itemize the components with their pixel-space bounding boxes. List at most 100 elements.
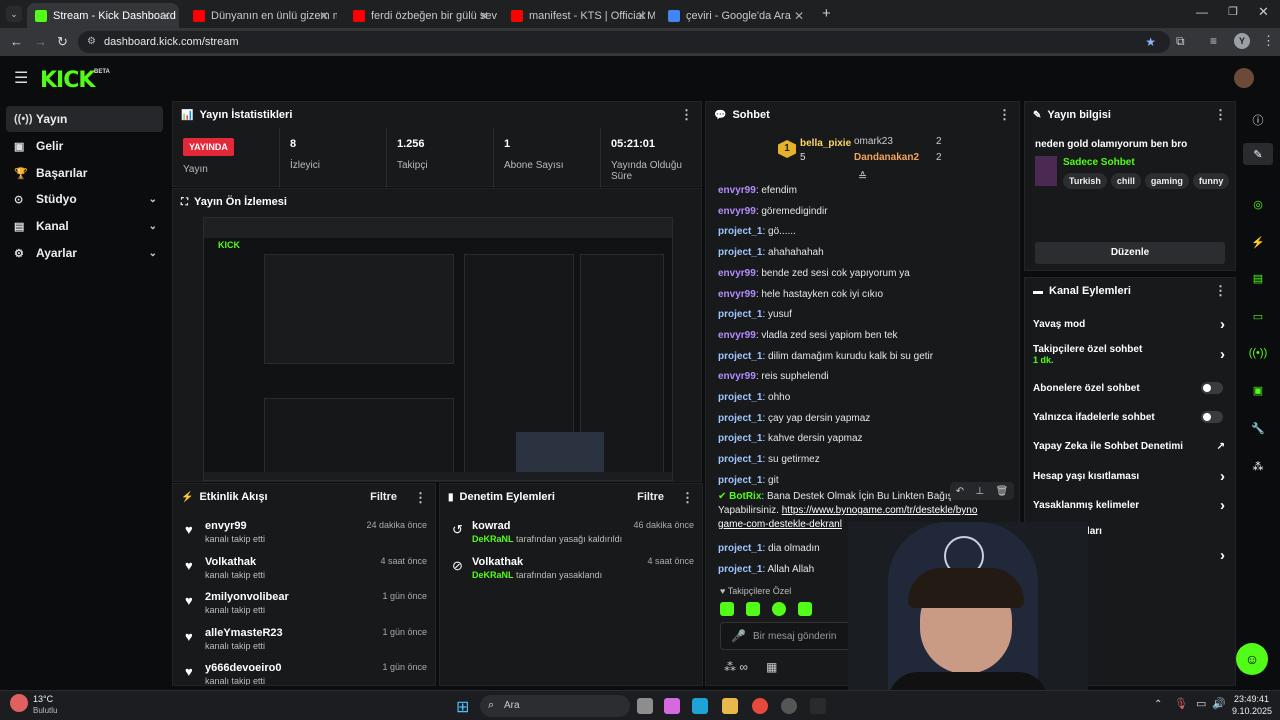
tray-chevron-icon[interactable]: ⌃ [1154, 699, 1162, 710]
copilot-icon[interactable] [664, 698, 680, 714]
browser-tab[interactable]: ferdi özbeğen bir gülü sevdim✕ [345, 3, 497, 28]
file-explorer-icon[interactable] [722, 698, 738, 714]
channel-action-item[interactable]: Abonelere özel sohbet [1033, 378, 1229, 398]
activity-username[interactable]: alleYmasteR23 [205, 627, 283, 639]
channel-action-item[interactable]: Yalnızca ifadelerle sohbet [1033, 407, 1229, 427]
new-tab-icon[interactable]: + [822, 5, 831, 22]
chat-settings-icon[interactable]: ⁂ ∞ [724, 660, 748, 674]
tab-close-icon[interactable]: ✕ [161, 9, 171, 23]
browser-tab[interactable]: manifest - KTS | Official Music V✕ [503, 3, 655, 28]
toggle-switch[interactable] [1201, 382, 1223, 394]
pin-icon[interactable]: ⊥ [975, 486, 984, 497]
info-icon[interactable]: ⓘ [1243, 109, 1273, 131]
chrome-icon[interactable] [752, 698, 768, 714]
weather-icon[interactable] [10, 694, 28, 712]
activity-filter-button[interactable]: Filtre [370, 491, 397, 503]
channel-actions-menu-icon[interactable]: ⋮ [1214, 283, 1227, 299]
mic-icon[interactable]: 🎤 [731, 629, 746, 643]
activity-username[interactable]: 2milyonvolibear [205, 591, 289, 603]
delete-icon[interactable]: 🗑 [996, 486, 1009, 497]
chevron-right-icon[interactable]: › [1220, 468, 1225, 485]
bolt-icon[interactable]: ⚡ [1243, 231, 1273, 253]
target-icon[interactable]: ◎ [1243, 193, 1273, 215]
toggle-switch[interactable] [1201, 411, 1223, 423]
moderation-username[interactable]: kowrad [472, 520, 511, 532]
emote-icon[interactable] [720, 602, 734, 616]
chevron-down-icon[interactable]: ⌄ [149, 194, 157, 205]
mic-tray-icon[interactable]: 🎙 [1174, 697, 1188, 710]
tag-chip[interactable]: Turkish [1063, 173, 1107, 189]
media-icon[interactable]: ≡ [1210, 34, 1217, 48]
channel-action-item[interactable]: Yasaklanmış kelimeler › [1033, 495, 1229, 515]
chevron-right-icon[interactable]: › [1220, 316, 1225, 333]
chat-username[interactable]: project_1 [718, 309, 762, 320]
tab-close-icon[interactable]: ✕ [794, 9, 804, 23]
moderation-filter-button[interactable]: Filtre [637, 491, 664, 503]
chat-username[interactable]: envyr99 [718, 206, 756, 217]
taskbar-search[interactable]: ⌕ Ara [480, 695, 630, 717]
wrench-icon[interactable]: 🔧 [1243, 417, 1273, 439]
moderation-menu-icon[interactable]: ⋮ [681, 490, 694, 506]
chat-username[interactable]: project_1 [718, 564, 762, 575]
activity-item[interactable]: ♥ 2milyonvolibear 1 gün önce kanalı takip e… [173, 587, 435, 623]
chevron-right-icon[interactable]: › [1220, 346, 1225, 363]
moderation-item[interactable]: ↺ kowrad 46 dakika önce DeKRaNL tarafından … [440, 516, 704, 552]
top-chatter-2[interactable]: omark23 [854, 136, 893, 147]
chevron-down-icon[interactable]: ⌄ [149, 248, 157, 259]
broadcast-icon[interactable]: ((•)) [1243, 342, 1273, 364]
bot-username[interactable]: BotRix [729, 491, 761, 502]
bookmark-star-icon[interactable]: ★ [1145, 31, 1156, 53]
category-name[interactable]: Sadece Sohbet [1063, 157, 1135, 168]
windows-start-icon[interactable]: ⊞ [456, 697, 469, 717]
volume-icon[interactable]: 🔊 [1212, 697, 1226, 710]
activity-username[interactable]: y666devoeiro0 [205, 662, 281, 674]
activity-username[interactable]: envyr99 [205, 520, 247, 532]
collapse-leaderboard-icon[interactable]: ≙ [858, 170, 867, 183]
channel-action-item[interactable]: Hesap yaşı kısıtlaması › [1033, 466, 1229, 486]
document-icon[interactable]: ▤ [1243, 267, 1273, 289]
sidebar-item-baarlar[interactable]: 🏆 Başarılar [6, 160, 163, 186]
activity-item[interactable]: ♥ alleYmasteR23 1 gün önce kanalı takip ett… [173, 623, 435, 659]
emote-icon[interactable] [798, 602, 812, 616]
chat-username[interactable]: project_1 [718, 543, 762, 554]
gift-icon[interactable]: ▦ [766, 660, 777, 674]
app-icon[interactable] [810, 698, 826, 714]
task-view-icon[interactable] [637, 698, 653, 714]
stats-menu-icon[interactable]: ⋮ [680, 107, 693, 123]
sidebar-item-gelir[interactable]: ▣ Gelir [6, 133, 163, 159]
reload-icon[interactable]: ↻ [57, 34, 68, 50]
close-window-icon[interactable]: ✕ [1258, 4, 1269, 20]
chat-username[interactable]: project_1 [718, 413, 762, 424]
activity-username[interactable]: Volkathak [205, 556, 256, 568]
minimize-icon[interactable]: — [1196, 5, 1208, 19]
info-menu-icon[interactable]: ⋮ [1214, 107, 1227, 123]
top-chatter-3[interactable]: Dandanakan2 [854, 152, 919, 163]
support-bubble-icon[interactable]: ☺ [1236, 643, 1268, 675]
tab-search-icon[interactable]: ⌄ [6, 6, 22, 22]
activity-item[interactable]: ♥ envyr99 24 dakika önce kanalı takip etti [173, 516, 435, 552]
tab-close-icon[interactable]: ✕ [637, 9, 647, 23]
stream-preview-video[interactable]: KICK [203, 217, 673, 481]
sidebar-item-ayarlar[interactable]: ⚙ Ayarlar ⌄ [6, 240, 163, 266]
moderation-username[interactable]: Volkathak [472, 556, 523, 568]
chat-username[interactable]: project_1 [718, 226, 762, 237]
tag-chip[interactable]: gaming [1144, 173, 1189, 189]
activity-item[interactable]: ♥ y666devoeiro0 1 gün önce kanalı takip ett… [173, 658, 435, 685]
more-tools-icon[interactable]: ⁂ [1243, 455, 1273, 477]
sidebar-item-stdyo[interactable]: ⊙ Stüdyo ⌄ [6, 186, 163, 212]
moderator-name[interactable]: DeKRaNL [472, 534, 514, 544]
channel-action-item[interactable]: Yavaş mod › [1033, 314, 1229, 334]
network-icon[interactable]: ▭ [1196, 697, 1206, 710]
hamburger-menu-icon[interactable]: ☰ [14, 68, 28, 88]
moderation-item[interactable]: ⊘ Volkathak 4 saat önce DeKRaNL tarafından … [440, 552, 704, 588]
chat-username[interactable]: project_1 [718, 433, 762, 444]
site-info-icon[interactable]: ⚙ [87, 31, 96, 53]
profile-avatar[interactable]: Y [1234, 33, 1250, 49]
chat-username[interactable]: project_1 [718, 454, 762, 465]
chat-username[interactable]: envyr99 [718, 185, 756, 196]
maximize-icon[interactable]: ❐ [1228, 5, 1238, 18]
sidebar-item-kanal[interactable]: ▤ Kanal ⌄ [6, 213, 163, 239]
layout-icon[interactable]: ▣ [1243, 379, 1273, 401]
url-field[interactable]: ⚙ dashboard.kick.com/stream ★ [78, 31, 1170, 53]
kick-logo[interactable]: KICK [40, 68, 95, 93]
